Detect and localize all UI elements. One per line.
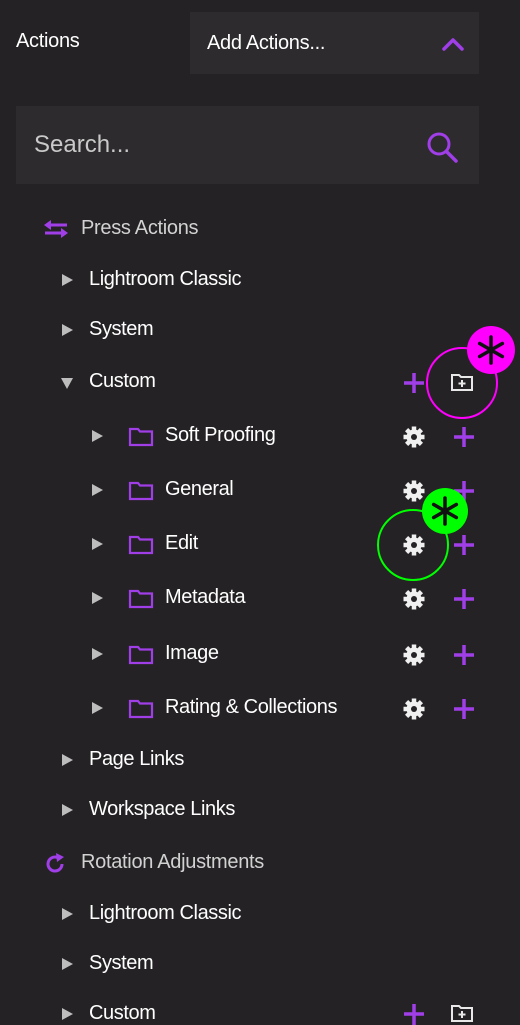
add-icon[interactable] (452, 425, 476, 449)
gear-icon[interactable] (402, 587, 426, 611)
caret-right-icon (62, 804, 73, 816)
tree-item-rating-collections[interactable]: Rating & Collections (90, 696, 390, 722)
tree-item-label: Page Links (89, 748, 184, 770)
rotate-icon (46, 853, 64, 873)
tree-item-custom[interactable]: Custom (60, 370, 260, 396)
folder-icon (128, 645, 154, 665)
caret-right-icon (62, 324, 73, 336)
caret-right-icon (92, 648, 103, 660)
tree-item-lightroom-classic[interactable]: Lightroom Classic (60, 268, 320, 294)
tree-item-label: General (165, 478, 234, 500)
caret-right-icon (62, 754, 73, 766)
tree-item-system[interactable]: System (60, 318, 260, 344)
tree-item-page-links[interactable]: Page Links (60, 748, 280, 774)
tree-item-label: Custom (89, 370, 156, 392)
group-press-actions[interactable]: Press Actions (43, 217, 343, 243)
tree-item-label: Soft Proofing (165, 424, 276, 446)
caret-right-icon (62, 274, 73, 286)
tree-item-label: Image (165, 642, 219, 664)
folder-icon (128, 535, 154, 555)
group-rotation-adjustments[interactable]: Rotation Adjustments (43, 851, 363, 877)
caret-down-icon (61, 378, 73, 389)
tree-item-label: Metadata (165, 586, 246, 608)
search-icon[interactable] (425, 130, 459, 164)
tree-item-soft-proofing[interactable]: Soft Proofing (90, 424, 380, 450)
caret-right-icon (92, 592, 103, 604)
search-box (16, 106, 479, 184)
tree-item-label: Rating & Collections (165, 696, 338, 718)
new-folder-icon[interactable] (450, 1003, 474, 1023)
actions-title: Actions (16, 30, 80, 52)
tree-item-edit[interactable]: Edit (90, 532, 380, 558)
caret-right-icon (92, 538, 103, 550)
tree-item-system[interactable]: System (60, 952, 260, 978)
search-input[interactable] (34, 130, 394, 160)
gear-icon[interactable] (402, 479, 426, 503)
chevron-up-icon (442, 38, 464, 51)
group-label: Press Actions (81, 217, 199, 239)
folder-icon (128, 699, 154, 719)
tree-item-workspace-links[interactable]: Workspace Links (60, 798, 300, 824)
tree-item-lightroom-classic[interactable]: Lightroom Classic (60, 902, 320, 928)
tree-item-label: Lightroom Classic (89, 902, 242, 924)
caret-right-icon (62, 1008, 73, 1020)
folder-icon (128, 481, 154, 501)
asterisk-icon (431, 496, 459, 526)
add-icon[interactable] (402, 371, 426, 395)
tree-item-label: Custom (89, 1002, 156, 1024)
add-actions-dropdown[interactable]: Add Actions... (190, 12, 479, 74)
add-icon[interactable] (452, 697, 476, 721)
tree-item-label: Workspace Links (89, 798, 235, 820)
tree-item-label: System (89, 318, 154, 340)
gear-icon[interactable] (402, 697, 426, 721)
asterisk-marker-magenta (467, 326, 515, 374)
caret-right-icon (62, 908, 73, 920)
group-label: Rotation Adjustments (81, 851, 264, 873)
tree-item-label: Lightroom Classic (89, 268, 242, 290)
tree-item-metadata[interactable]: Metadata (90, 586, 380, 612)
tree-item-label: Edit (165, 532, 198, 554)
swap-arrows-icon (44, 220, 68, 238)
folder-icon (128, 427, 154, 447)
add-icon[interactable] (452, 587, 476, 611)
asterisk-marker-green (422, 488, 468, 534)
caret-right-icon (92, 430, 103, 442)
tree-item-custom[interactable]: Custom (60, 1002, 260, 1025)
add-icon[interactable] (402, 1002, 426, 1025)
add-actions-label: Add Actions... (207, 32, 326, 54)
folder-icon (128, 589, 154, 609)
add-icon[interactable] (452, 643, 476, 667)
tree-item-label: System (89, 952, 154, 974)
tree-item-general[interactable]: General (90, 478, 380, 504)
caret-right-icon (62, 958, 73, 970)
caret-right-icon (92, 484, 103, 496)
tree-item-image[interactable]: Image (90, 642, 380, 668)
gear-icon[interactable] (402, 425, 426, 449)
add-icon[interactable] (452, 533, 476, 557)
asterisk-icon (477, 335, 505, 365)
gear-icon[interactable] (402, 643, 426, 667)
caret-right-icon (92, 702, 103, 714)
